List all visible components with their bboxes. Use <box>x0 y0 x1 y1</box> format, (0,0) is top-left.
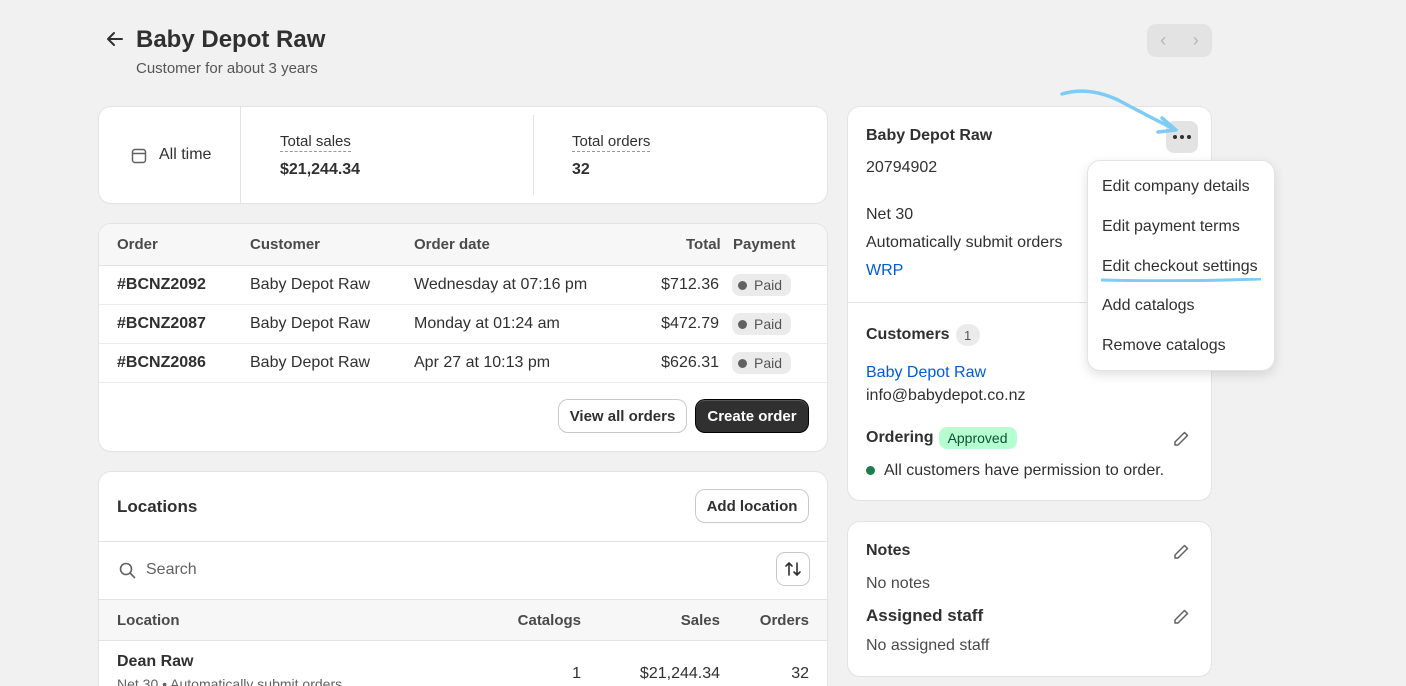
column-header: Total <box>686 236 721 253</box>
payment-status: Paid <box>754 355 783 371</box>
permission-text: All customers have permission to order. <box>884 462 1165 479</box>
menu-item-edit-checkout-settings[interactable]: Edit checkout settings <box>1102 258 1258 276</box>
status-dot <box>866 466 875 475</box>
edit-notes-pencil-icon[interactable] <box>1171 542 1191 562</box>
customers-count-badge: 1 <box>955 324 980 346</box>
add-location-button[interactable]: Add location <box>696 490 808 522</box>
column-header: Order <box>117 236 158 253</box>
location-name[interactable]: Dean Raw <box>117 653 193 671</box>
payment-terms: Net 30 <box>866 206 914 223</box>
checkout-setting: Automatically submit orders <box>866 234 1063 251</box>
customer-link[interactable]: Baby Depot Raw <box>866 364 986 382</box>
assigned-staff-text: No assigned staff <box>866 637 990 654</box>
menu-item-edit-payment-terms[interactable]: Edit payment terms <box>1102 218 1240 236</box>
order-date: Apr 27 at 10:13 pm <box>414 354 551 371</box>
order-number[interactable]: #BCNZ2092 <box>117 276 206 294</box>
menu-item-add-catalogs[interactable]: Add catalogs <box>1102 297 1195 315</box>
date-range-button[interactable]: All time <box>99 107 241 203</box>
payment-status: Paid <box>754 316 783 332</box>
annotation-arrow-icon <box>1060 89 1178 134</box>
customer-email: info@babydepot.co.nz <box>866 387 1026 404</box>
search-placeholder: Search <box>146 561 197 578</box>
stats-card: All time Total sales $21,244.34 Total or… <box>99 107 827 203</box>
order-total: $472.79 <box>661 315 719 332</box>
column-header: Location <box>117 612 180 629</box>
calendar-icon <box>131 148 147 163</box>
table-row[interactable]: #BCNZ2092 Baby Depot Raw Wednesday at 07… <box>99 266 827 305</box>
column-header: Orders <box>759 612 809 629</box>
date-range-label: All time <box>159 146 212 163</box>
order-customer: Baby Depot Raw <box>250 315 371 332</box>
annotation-underline <box>1101 278 1261 282</box>
order-date: Monday at 01:24 am <box>414 315 560 332</box>
approved-badge: Approved <box>938 427 1017 449</box>
locations-title: Locations <box>117 497 198 516</box>
payment-status-badge: Paid <box>732 352 792 374</box>
locations-card: Locations Add location Search Location C… <box>99 472 827 686</box>
total-sales-stat: Total sales $21,244.34 <box>280 133 360 179</box>
orders-card: Order Customer Order date Total Payment … <box>99 224 827 451</box>
column-header: Catalogs <box>517 612 581 629</box>
search-icon <box>119 562 136 578</box>
total-orders-stat: Total orders 32 <box>572 133 651 179</box>
edit-staff-pencil-icon[interactable] <box>1171 607 1191 627</box>
payment-status-badge: Paid <box>732 274 792 296</box>
table-row[interactable]: #BCNZ2086 Baby Depot Raw Apr 27 at 10:13… <box>99 344 827 383</box>
order-customer: Baby Depot Raw <box>250 276 371 293</box>
menu-item-remove-catalogs[interactable]: Remove catalogs <box>1102 337 1226 355</box>
page-subtitle: Customer for about 3 years <box>136 60 318 77</box>
order-number[interactable]: #BCNZ2087 <box>117 315 206 333</box>
order-number[interactable]: #BCNZ2086 <box>117 354 206 372</box>
search-input[interactable]: Search <box>109 552 759 588</box>
order-date: Wednesday at 07:16 pm <box>414 276 588 293</box>
column-header: Order date <box>414 236 490 253</box>
stats-divider <box>533 115 534 195</box>
total-sales-value: $21,244.34 <box>280 161 361 178</box>
location-sales: $21,244.34 <box>639 665 720 682</box>
location-detail: Net 30 • Automatically submit orders <box>117 676 343 686</box>
column-header: Customer <box>250 236 321 253</box>
total-orders-value: 32 <box>572 161 590 178</box>
payment-status-badge: Paid <box>732 313 792 335</box>
column-header: Sales <box>680 612 720 629</box>
notes-title: Notes <box>866 542 911 559</box>
customers-label: Customers <box>866 326 950 344</box>
company-id: 20794902 <box>866 159 938 176</box>
total-orders-label: Total orders <box>572 133 651 152</box>
locations-table-header: Location Catalogs Sales Orders <box>99 599 827 641</box>
total-sales-label: Total sales <box>280 133 351 152</box>
assigned-staff-title: Assigned staff <box>866 606 984 625</box>
page-title: Baby Depot Raw <box>136 26 326 53</box>
back-arrow-icon[interactable] <box>104 28 126 50</box>
orders-table-header: Order Customer Order date Total Payment <box>99 224 827 266</box>
edit-pencil-icon[interactable] <box>1171 429 1191 449</box>
ordering-heading: Ordering Approved <box>866 427 1017 449</box>
payment-status: Paid <box>754 277 783 293</box>
locations-search-row: Search <box>99 541 827 599</box>
table-row[interactable]: Dean Raw Net 30 • Automatically submit o… <box>99 641 827 686</box>
ordering-label: Ordering <box>866 429 934 447</box>
menu-item-edit-company-details[interactable]: Edit company details <box>1102 178 1250 196</box>
location-catalogs: 1 <box>572 665 581 682</box>
previous-icon[interactable]: ‹ <box>1147 24 1180 57</box>
location-orders: 32 <box>791 665 809 682</box>
create-order-button[interactable]: Create order <box>696 400 808 432</box>
view-all-orders-button[interactable]: View all orders <box>559 400 686 432</box>
next-icon[interactable]: › <box>1180 24 1213 57</box>
order-total: $712.36 <box>661 276 719 293</box>
customers-heading: Customers 1 <box>866 324 980 346</box>
column-header: Payment <box>733 236 796 253</box>
notes-text: No notes <box>866 575 931 592</box>
more-actions-menu: Edit company details Edit payment terms … <box>1088 161 1274 370</box>
pager: ‹ › <box>1147 24 1212 57</box>
notes-card: Notes No notes Assigned staff No assigne… <box>848 522 1211 676</box>
company-name: Baby Depot Raw <box>866 127 993 144</box>
order-customer: Baby Depot Raw <box>250 354 371 371</box>
order-total: $626.31 <box>661 354 719 371</box>
sort-icon <box>785 562 801 576</box>
sort-button[interactable] <box>777 553 809 585</box>
ordering-permission: All customers have permission to order. <box>866 462 1164 480</box>
catalog-link[interactable]: WRP <box>866 262 903 280</box>
table-row[interactable]: #BCNZ2087 Baby Depot Raw Monday at 01:24… <box>99 305 827 344</box>
